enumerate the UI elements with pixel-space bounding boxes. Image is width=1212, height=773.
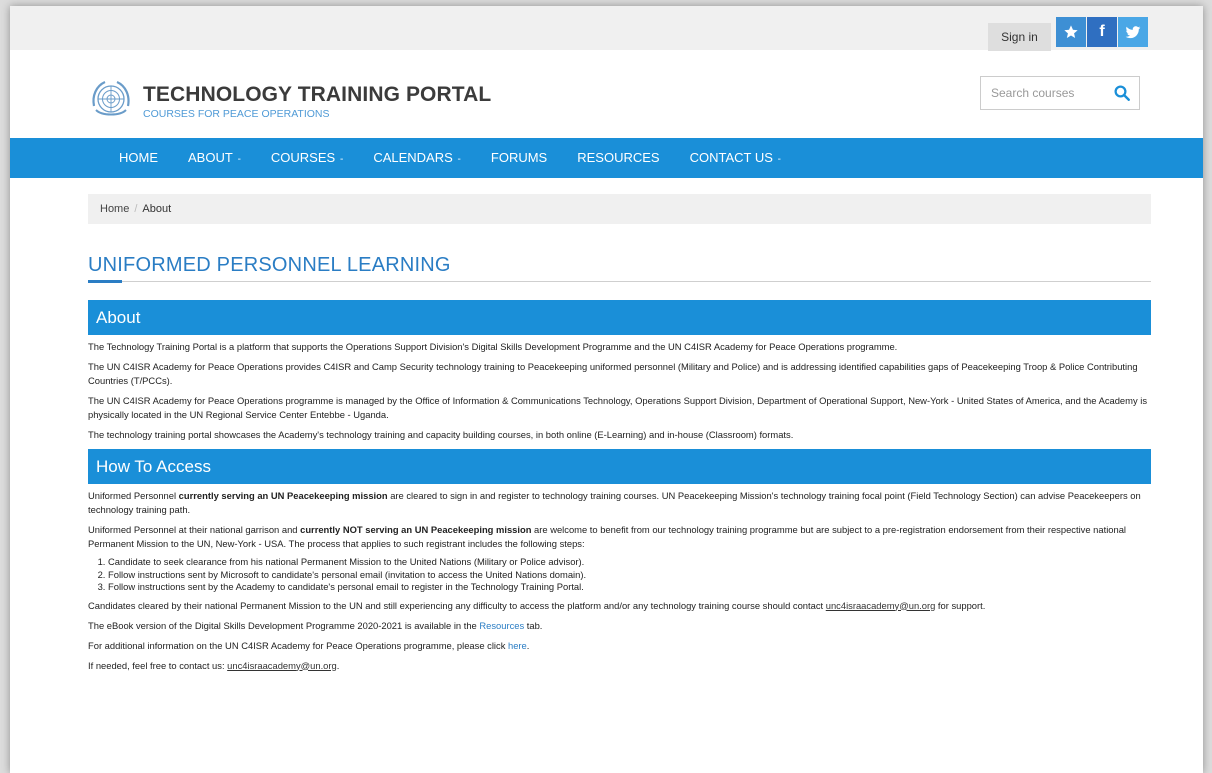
click-here-link[interactable]: here (508, 640, 527, 651)
about-paragraph-3: The UN C4ISR Academy for Peace Operation… (88, 395, 1148, 420)
breadcrumb-separator: / (134, 203, 138, 215)
site-subtitle: COURSES FOR PEACE OPERATIONS (143, 108, 330, 120)
breadcrumb: Home / About (88, 194, 1151, 224)
dropdown-caret-icon: - (234, 154, 241, 165)
nav-calendars[interactable]: CALENDARS - (358, 138, 476, 178)
contact-email-link[interactable]: unc4israacademy@un.org (227, 660, 337, 671)
access-paragraph-3: Candidates cleared by their national Per… (88, 599, 986, 611)
dropdown-caret-icon: - (774, 154, 782, 165)
star-icon (1064, 25, 1078, 38)
top-bar: Sign in f (10, 6, 1203, 51)
main-navigation: HOME ABOUT - COURSES - CALENDARS - FORUM… (10, 138, 1203, 178)
list-item: Candidate to seek clearance from his nat… (108, 556, 1151, 569)
breadcrumb-current: About (142, 203, 172, 215)
about-section-heading: About (88, 300, 1151, 335)
nav-about[interactable]: ABOUT - (173, 138, 256, 178)
search-input[interactable] (981, 77, 1105, 109)
resources-link[interactable]: Resources (479, 620, 524, 631)
nav-courses[interactable]: COURSES - (256, 138, 358, 178)
page-title: UNIFORMED PERSONNEL LEARNING (88, 254, 1151, 283)
about-paragraph-4: The technology training portal showcases… (88, 429, 794, 440)
search-box (980, 76, 1140, 110)
access-paragraph-4: The eBook version of the Digital Skills … (88, 619, 543, 631)
search-icon[interactable] (1113, 84, 1131, 102)
registration-steps-list: Candidate to seek clearance from his nat… (88, 556, 1151, 594)
how-to-access-heading: How To Access (88, 449, 1151, 484)
access-paragraph-5: For additional information on the UN C4I… (88, 639, 530, 651)
page: Sign in f TECHNOLOGY TRAINING PORTAL COU… (10, 6, 1203, 773)
favorites-button[interactable] (1056, 17, 1086, 47)
list-item: Follow instructions sent by Microsoft to… (108, 569, 1151, 582)
facebook-icon: f (1099, 23, 1105, 40)
site-header: TECHNOLOGY TRAINING PORTAL COURSES FOR P… (10, 50, 1203, 138)
site-title[interactable]: TECHNOLOGY TRAINING PORTAL (143, 83, 491, 107)
main-content: UNIFORMED PERSONNEL LEARNING About The T… (88, 254, 1151, 673)
nav-forums[interactable]: FORUMS (476, 138, 562, 178)
breadcrumb-home-link[interactable]: Home (100, 203, 129, 215)
access-paragraph-1: Uniformed Personnel currently serving an… (88, 490, 1141, 515)
twitter-button[interactable] (1118, 17, 1148, 47)
twitter-icon (1125, 26, 1141, 39)
support-email-link[interactable]: unc4israacademy@un.org (826, 600, 936, 611)
facebook-button[interactable]: f (1087, 17, 1117, 47)
nav-resources[interactable]: RESOURCES (562, 138, 674, 178)
list-item: Follow instructions sent by the Academy … (108, 581, 1151, 594)
nav-contact-us[interactable]: CONTACT US - (675, 138, 796, 178)
nav-home[interactable]: HOME (104, 138, 173, 178)
title-accent-underline (88, 280, 122, 283)
dropdown-caret-icon: - (454, 154, 461, 165)
access-paragraph-6: If needed, feel free to contact us: unc4… (88, 659, 340, 671)
about-paragraph-1: The Technology Training Portal is a plat… (88, 341, 898, 352)
dropdown-caret-icon: - (337, 154, 344, 165)
un-emblem-logo[interactable] (88, 76, 134, 122)
access-paragraph-2: Uniformed Personnel at their national ga… (88, 524, 1127, 549)
about-paragraph-2: The UN C4ISR Academy for Peace Operation… (88, 361, 1138, 386)
sign-in-link[interactable]: Sign in (988, 23, 1051, 51)
